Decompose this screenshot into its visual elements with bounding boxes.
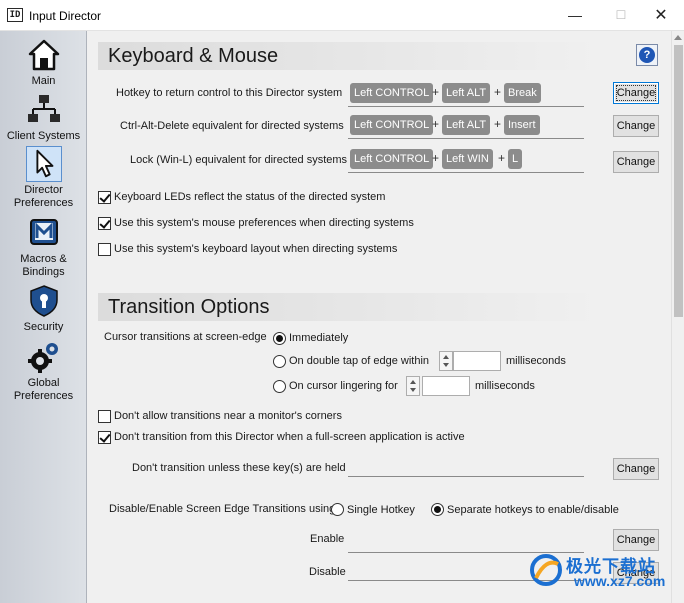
- spinner-up-icon[interactable]: [410, 380, 416, 384]
- lingering-spinner[interactable]: [406, 376, 420, 396]
- held-keys-field: [348, 453, 584, 477]
- mouse-prefs-checkbox[interactable]: [98, 217, 111, 230]
- ctrl-alt-del-field: Left CONTROL + Left ALT + Insert: [348, 111, 584, 139]
- lock-label: Lock (Win-L) equivalent for directed sys…: [130, 154, 348, 166]
- corners-label: Don't allow transitions near a monitor's…: [114, 410, 342, 422]
- immediately-radio[interactable]: [273, 332, 286, 345]
- sidebar-item-label: Global Preferences: [13, 377, 74, 402]
- sidebar-item-label: Security: [23, 321, 64, 333]
- plus-sign: +: [432, 151, 440, 165]
- sidebar-item-main[interactable]: Main: [0, 37, 87, 88]
- plus-sign: +: [494, 85, 502, 99]
- section-title: Keyboard & Mouse: [108, 45, 279, 67]
- held-keys-label: Don't transition unless these key(s) are…: [132, 462, 346, 474]
- key-chip: Left CONTROL: [350, 83, 434, 103]
- corners-checkbox[interactable]: [98, 410, 111, 423]
- double-tap-radio[interactable]: [273, 355, 286, 368]
- change-disable-button[interactable]: Change: [613, 562, 659, 584]
- change-held-keys-button[interactable]: Change: [613, 458, 659, 480]
- separate-hotkeys-label: Separate hotkeys to enable/disable: [447, 504, 619, 516]
- macro-m-icon: [29, 219, 58, 245]
- title-bar: ID Input Director — ☐ ✕: [0, 0, 684, 31]
- ctrl-alt-del-label: Ctrl-Alt-Delete equivalent for directed …: [120, 120, 344, 132]
- double-tap-unit: milliseconds: [506, 355, 566, 367]
- cursor-arrow-icon: [25, 146, 62, 182]
- mouse-prefs-label: Use this system's mouse preferences when…: [114, 217, 414, 229]
- scroll-thumb[interactable]: [674, 45, 683, 317]
- spinner-down-icon[interactable]: [410, 388, 416, 392]
- hotkey-return-field: Left CONTROL + Left ALT + Break: [348, 79, 584, 107]
- window-title: Input Director: [29, 9, 102, 23]
- enable-label: Enable: [310, 533, 345, 545]
- single-hotkey-radio[interactable]: [331, 503, 344, 516]
- key-chip: L: [508, 149, 523, 169]
- disable-hotkey-field: [348, 557, 584, 581]
- double-tap-input[interactable]: [453, 351, 501, 371]
- house-icon: [28, 39, 59, 71]
- lingering-radio[interactable]: [273, 380, 286, 393]
- sidebar-item-macros-bindings[interactable]: Macros & Bindings: [0, 215, 87, 279]
- sidebar-item-security[interactable]: Security: [0, 283, 87, 334]
- lingering-input[interactable]: [422, 376, 470, 396]
- plus-sign: +: [494, 117, 502, 131]
- sidebar-item-label: Client Systems: [6, 130, 81, 142]
- cursor-transitions-label: Cursor transitions at screen-edge: [104, 331, 267, 343]
- fullscreen-checkbox[interactable]: [98, 431, 111, 444]
- plus-sign: +: [498, 151, 506, 165]
- sidebar-item-label: Main: [31, 75, 56, 87]
- single-hotkey-label: Single Hotkey: [347, 504, 415, 516]
- minimize-button[interactable]: —: [552, 0, 598, 31]
- lock-field: Left CONTROL + Left WIN + L: [348, 145, 584, 173]
- close-button[interactable]: ✕: [638, 0, 684, 31]
- help-icon: ?: [639, 47, 655, 63]
- keyboard-layout-label: Use this system's keyboard layout when d…: [114, 243, 398, 255]
- section-header-transition-options: Transition Options: [98, 293, 658, 321]
- sidebar-item-label: Macros & Bindings: [20, 253, 67, 278]
- key-chip: Left CONTROL: [350, 115, 434, 135]
- enable-hotkey-field: [348, 529, 584, 553]
- sidebar: Main Client Systems Director Preferences…: [0, 31, 87, 603]
- network-icon: [27, 95, 60, 122]
- change-ctrl-alt-del-button[interactable]: Change: [613, 115, 659, 137]
- sidebar-item-director-preferences[interactable]: Director Preferences: [0, 146, 87, 210]
- keyboard-leds-label: Keyboard LEDs reflect the status of the …: [114, 191, 386, 203]
- sidebar-item-global-preferences[interactable]: Global Preferences: [0, 339, 87, 403]
- double-tap-spinner[interactable]: [439, 351, 453, 371]
- section-title: Transition Options: [108, 296, 270, 318]
- app-icon: ID: [7, 8, 23, 22]
- sidebar-item-label: Director Preferences: [13, 184, 74, 209]
- spinner-up-icon[interactable]: [443, 355, 449, 359]
- key-chip: Left ALT: [442, 115, 491, 135]
- key-chip: Left WIN: [442, 149, 493, 169]
- fullscreen-label: Don't transition from this Director when…: [114, 431, 465, 443]
- separate-hotkeys-radio[interactable]: [431, 503, 444, 516]
- plus-sign: +: [432, 117, 440, 131]
- disable-label: Disable: [309, 566, 346, 578]
- content-panel: Keyboard & Mouse ? Hotkey to return cont…: [88, 31, 671, 603]
- key-chip: Left ALT: [442, 83, 491, 103]
- hotkey-return-label: Hotkey to return control to this Directo…: [116, 87, 343, 99]
- sidebar-item-client-systems[interactable]: Client Systems: [0, 92, 87, 143]
- keyboard-layout-checkbox[interactable]: [98, 243, 111, 256]
- key-chip: Break: [504, 83, 541, 103]
- help-button[interactable]: ?: [636, 44, 658, 66]
- change-lock-button[interactable]: Change: [613, 151, 659, 173]
- double-tap-label: On double tap of edge within: [289, 355, 430, 367]
- section-header-keyboard-mouse: Keyboard & Mouse: [98, 42, 658, 70]
- keyboard-leds-checkbox[interactable]: [98, 191, 111, 204]
- lingering-label: On cursor lingering for: [289, 380, 398, 392]
- key-chip: Insert: [504, 115, 540, 135]
- key-chip: Left CONTROL: [350, 149, 434, 169]
- change-enable-button[interactable]: Change: [613, 529, 659, 551]
- lingering-unit: milliseconds: [475, 380, 535, 392]
- spinner-down-icon[interactable]: [443, 363, 449, 367]
- scroll-up-icon[interactable]: [674, 35, 682, 40]
- gears-icon: [27, 343, 58, 373]
- immediately-label: Immediately: [289, 332, 349, 344]
- disable-enable-label: Disable/Enable Screen Edge Transitions u…: [109, 503, 336, 515]
- shield-keyhole-icon: [29, 285, 58, 317]
- vertical-scrollbar[interactable]: [671, 31, 684, 603]
- change-return-hotkey-button[interactable]: Change: [613, 82, 659, 104]
- plus-sign: +: [432, 85, 440, 99]
